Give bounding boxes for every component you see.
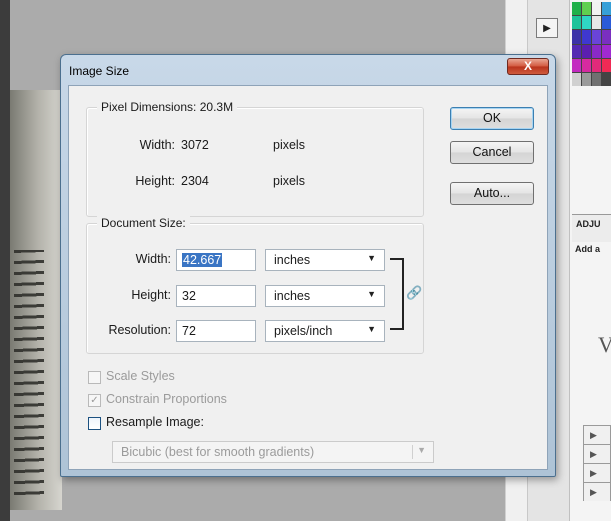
pixel-height-value: 2304 — [181, 174, 209, 188]
photo-edge — [0, 0, 10, 521]
pixel-width-unit: pixels — [273, 138, 305, 152]
color-swatch[interactable] — [592, 16, 601, 30]
dialog-title: Image Size — [69, 64, 130, 78]
color-swatch[interactable] — [582, 72, 591, 86]
color-swatch[interactable] — [582, 2, 591, 16]
pixel-height-unit: pixels — [273, 174, 305, 188]
adjustments-add-label: Add a — [575, 244, 601, 254]
expand-arrow-icon[interactable]: ▶ — [583, 482, 611, 501]
swatch-grid[interactable] — [572, 2, 611, 86]
doc-height-unit-select[interactable]: inches ▼ — [265, 285, 385, 307]
doc-width-unit: inches — [274, 253, 311, 267]
doc-height-label: Height: — [131, 288, 171, 302]
pixel-height-label: Height: — [135, 174, 175, 188]
doc-height-value: 32 — [182, 289, 196, 303]
document-size-group: Document Size: Width: 42.667 inches ▼ He… — [86, 216, 424, 354]
play-icon[interactable]: ▶ — [536, 18, 558, 38]
doc-height-unit: inches — [274, 289, 311, 303]
auto-button[interactable]: Auto... — [450, 182, 534, 205]
cancel-button[interactable]: Cancel — [450, 141, 534, 164]
dropdown-arrow-icon: ▼ — [367, 253, 376, 263]
color-swatch[interactable] — [572, 72, 581, 86]
color-swatch[interactable] — [572, 16, 581, 30]
constrain-proportions-checkbox[interactable]: ✓ — [88, 394, 101, 407]
image-size-dialog: Image Size X Pixel Dimensions: 20.3M Wid… — [60, 54, 556, 477]
dropdown-arrow-icon: ▼ — [367, 324, 376, 334]
color-swatch[interactable] — [602, 2, 611, 16]
color-swatch[interactable] — [602, 58, 611, 72]
pixel-width-value: 3072 — [181, 138, 209, 152]
doc-width-label: Width: — [135, 252, 171, 266]
pixel-dimensions-legend: Pixel Dimensions: 20.3M — [97, 100, 238, 114]
color-swatch[interactable] — [572, 2, 581, 16]
select-divider — [412, 445, 413, 459]
color-swatch[interactable] — [602, 16, 611, 30]
dropdown-arrow-icon: ▼ — [367, 289, 376, 299]
color-swatch[interactable] — [582, 16, 591, 30]
document-size-legend: Document Size: — [97, 216, 190, 230]
resample-method-value: Bicubic (best for smooth gradients) — [121, 445, 315, 459]
photo-texture — [14, 250, 44, 500]
resolution-input[interactable]: 72 — [176, 320, 256, 342]
canvas-bottom-area — [315, 480, 505, 521]
resolution-label: Resolution: — [108, 323, 171, 337]
pixel-width-label: Width: — [139, 138, 175, 152]
resolution-unit: pixels/inch — [274, 324, 333, 338]
color-swatch[interactable] — [592, 44, 601, 58]
expand-arrow-icon[interactable]: ▶ — [583, 444, 611, 463]
resample-image-checkbox[interactable] — [88, 417, 101, 430]
dialog-titlebar[interactable]: Image Size X — [61, 55, 555, 85]
expand-arrow-icon[interactable]: ▶ — [583, 463, 611, 482]
color-swatch[interactable] — [592, 2, 601, 16]
color-swatch[interactable] — [592, 58, 601, 72]
color-swatch[interactable] — [572, 30, 581, 44]
color-swatch[interactable] — [582, 44, 591, 58]
color-swatch[interactable] — [582, 58, 591, 72]
doc-width-input[interactable]: 42.667 — [176, 249, 256, 271]
adjustments-list: ▶ ▶ ▶ ▶ — [583, 425, 611, 501]
close-button[interactable]: X — [507, 58, 549, 75]
resolution-value: 72 — [182, 324, 196, 338]
link-bracket — [390, 258, 404, 330]
resample-method-select[interactable]: Bicubic (best for smooth gradients) ▼ — [112, 441, 434, 463]
scale-styles-label: Scale Styles — [106, 369, 175, 383]
pixel-dimensions-size: 20.3M — [199, 100, 234, 114]
doc-width-value: 42.667 — [182, 253, 223, 267]
scale-styles-checkbox[interactable] — [88, 371, 101, 384]
dialog-body: Pixel Dimensions: 20.3M Width: 3072 pixe… — [68, 85, 548, 470]
resolution-unit-select[interactable]: pixels/inch ▼ — [265, 320, 385, 342]
color-swatch[interactable] — [602, 44, 611, 58]
color-swatch[interactable] — [602, 30, 611, 44]
resample-image-label: Resample Image: — [106, 415, 204, 429]
color-swatch[interactable] — [592, 72, 601, 86]
color-swatch[interactable] — [582, 30, 591, 44]
color-swatch[interactable] — [572, 44, 581, 58]
adjustments-glyph: V — [598, 332, 611, 357]
dropdown-arrow-icon: ▼ — [417, 445, 426, 455]
adjustments-panel-header[interactable]: ADJU — [572, 214, 611, 242]
doc-width-unit-select[interactable]: inches ▼ — [265, 249, 385, 271]
chain-link-icon: 🔗 — [406, 285, 423, 300]
expand-arrow-icon[interactable]: ▶ — [583, 425, 611, 444]
doc-height-input[interactable]: 32 — [176, 285, 256, 307]
color-swatch[interactable] — [572, 58, 581, 72]
ok-button[interactable]: OK — [450, 107, 534, 130]
pixel-dimensions-label: Pixel Dimensions: — [101, 100, 197, 114]
constrain-proportions-label: Constrain Proportions — [106, 392, 227, 406]
pixel-dimensions-group: Pixel Dimensions: 20.3M Width: 3072 pixe… — [86, 100, 424, 217]
color-swatch[interactable] — [602, 72, 611, 86]
color-swatch[interactable] — [592, 30, 601, 44]
